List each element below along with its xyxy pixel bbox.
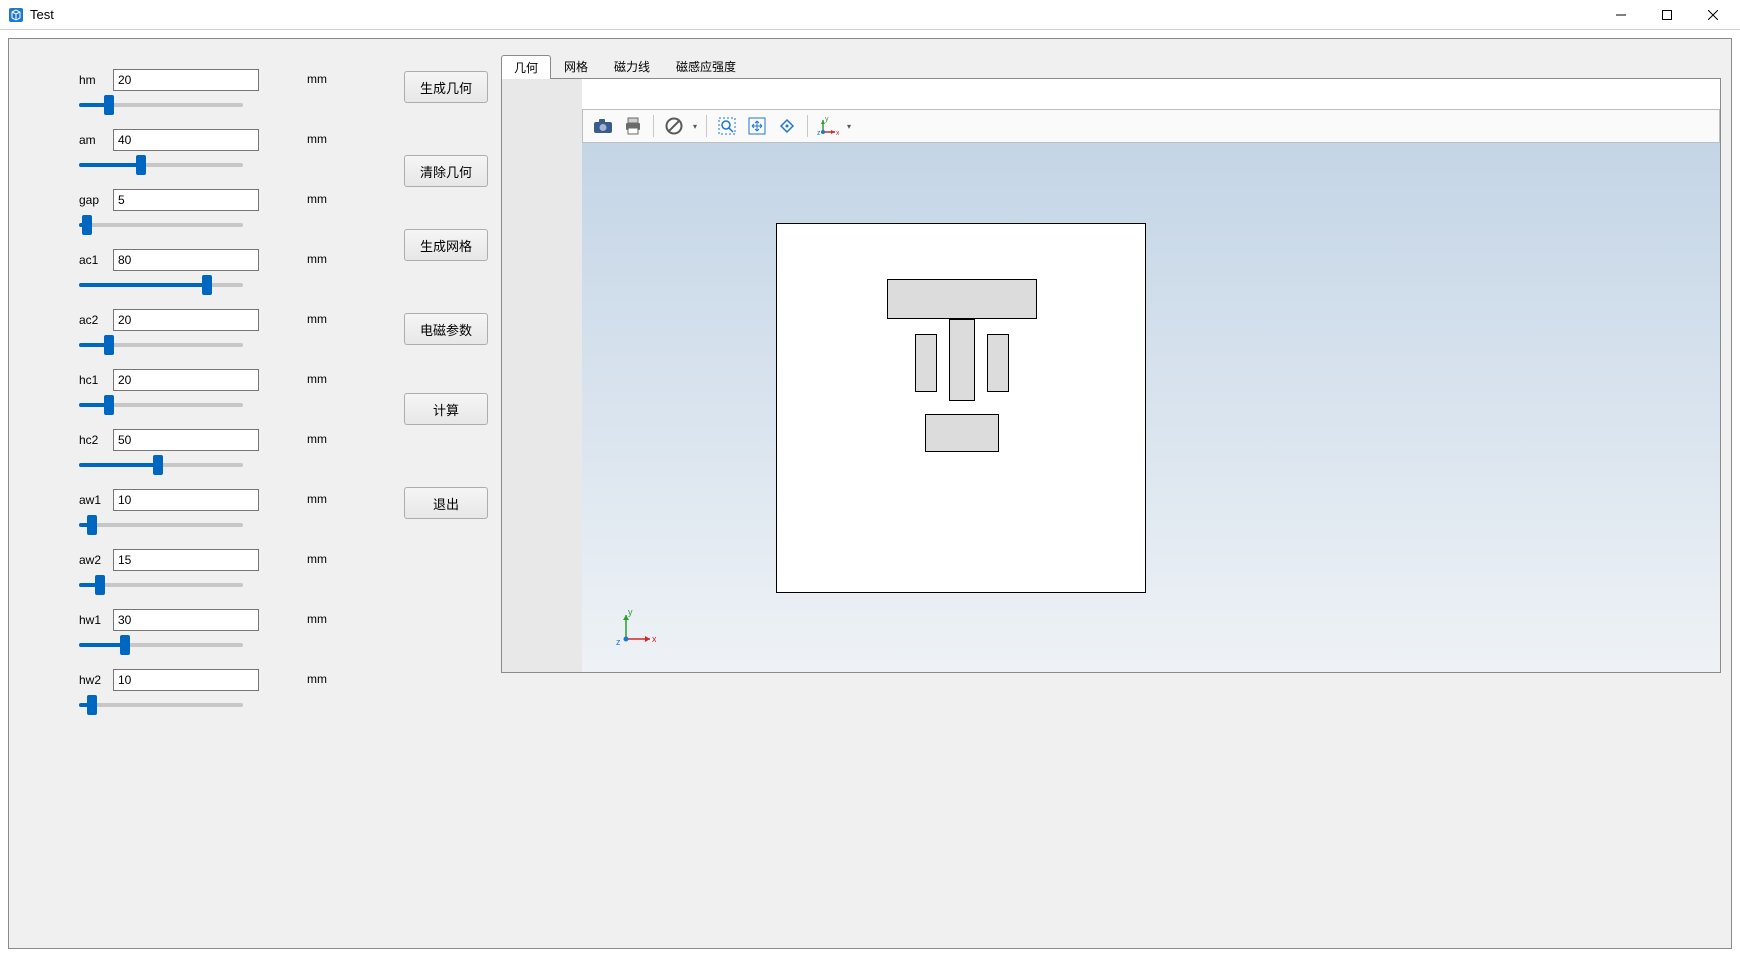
param-hc2-slider[interactable] [79,463,243,467]
toolbar-separator [706,115,707,137]
tab-0[interactable]: 几何 [501,55,551,79]
tab-3[interactable]: 磁感应强度 [663,54,749,78]
geom-left-block [915,334,937,392]
tab-2[interactable]: 磁力线 [601,54,663,78]
param-gap-label: gap [79,193,113,207]
canvas-area[interactable]: x y z [582,143,1720,672]
svg-text:z: z [817,130,821,136]
geom-top-bar [887,279,1037,319]
param-ac2-input[interactable] [113,309,259,331]
parameters-panel: hm mm am mm gap mm ac1 mm ac2 mm hc1 mm hc2 mm aw1 mm aw… [79,69,359,729]
geom-stem [949,319,975,401]
param-hw1-input[interactable] [113,609,259,631]
em-params-button[interactable]: 电磁参数 [404,313,488,345]
param-hc1-label: hc1 [79,373,113,387]
zoom-box-icon[interactable] [713,113,741,139]
param-hc1-input[interactable] [113,369,259,391]
gen-mesh-button[interactable]: 生成网格 [404,229,488,261]
param-hc1-unit: mm [307,372,327,386]
param-gap-unit: mm [307,192,327,206]
tab-1[interactable]: 网格 [551,54,601,78]
param-am-unit: mm [307,132,327,146]
window-minimize-button[interactable] [1598,0,1644,30]
param-gap-input[interactable] [113,189,259,211]
param-hc1-slider[interactable] [79,403,243,407]
view-body: ▾ x y z ▾ x [501,79,1721,673]
print-icon[interactable] [619,113,647,139]
param-ac1-slider[interactable] [79,283,243,287]
param-ac1-label: ac1 [79,253,113,267]
param-am-slider[interactable] [79,163,243,167]
window-title: Test [30,7,54,22]
forbid-icon[interactable] [660,113,688,139]
param-hw2-slider[interactable] [79,703,243,707]
param-hw2-unit: mm [307,672,327,686]
param-aw1-label: aw1 [79,493,113,507]
param-ac1-unit: mm [307,252,327,266]
dropdown-arrow-icon[interactable]: ▾ [690,122,700,131]
rotate-icon[interactable] [773,113,801,139]
axis-triad-icon[interactable]: x y z [814,113,842,139]
axis-y-label: y [628,609,633,617]
exit-button[interactable]: 退出 [404,487,488,519]
view-panel: 几何网格磁力线磁感应强度 ▾ x y z ▾ [501,55,1721,673]
geometry-stage [776,223,1146,593]
dropdown-arrow-icon[interactable]: ▾ [844,122,854,131]
app-icon [8,7,24,23]
param-hm-slider[interactable] [79,103,243,107]
gen-geom-button[interactable]: 生成几何 [404,71,488,103]
param-am-label: am [79,133,113,147]
param-hm-input[interactable] [113,69,259,91]
param-hw2-label: hw2 [79,673,113,687]
geom-bottom-block [925,414,999,452]
param-ac2-unit: mm [307,312,327,326]
svg-text:x: x [836,130,839,136]
axis-x-label: x [652,634,656,644]
camera-icon[interactable] [589,113,617,139]
param-hw2-input[interactable] [113,669,259,691]
tabs-row: 几何网格磁力线磁感应强度 [501,55,1721,79]
clear-geom-button[interactable]: 清除几何 [404,155,488,187]
param-hc2-label: hc2 [79,433,113,447]
svg-text:y: y [825,116,829,123]
toolbar-separator [653,115,654,137]
param-aw1-unit: mm [307,492,327,506]
geom-right-block [987,334,1009,392]
compute-button[interactable]: 计算 [404,393,488,425]
param-hw1-slider[interactable] [79,643,243,647]
param-hm-unit: mm [307,72,327,86]
window-titlebar: Test [0,0,1740,30]
param-hw1-label: hw1 [79,613,113,627]
action-buttons-column: 生成几何清除几何生成网格电磁参数计算退出 [404,71,488,519]
window-close-button[interactable] [1690,0,1736,30]
param-aw1-input[interactable] [113,489,259,511]
param-aw2-unit: mm [307,552,327,566]
param-am-input[interactable] [113,129,259,151]
canvas-toolbar: ▾ x y z ▾ [582,109,1720,143]
window-maximize-button[interactable] [1644,0,1690,30]
param-gap-slider[interactable] [79,223,243,227]
param-ac2-slider[interactable] [79,343,243,347]
param-aw2-label: aw2 [79,553,113,567]
param-ac1-input[interactable] [113,249,259,271]
view-left-margin [502,79,582,672]
param-aw2-slider[interactable] [79,583,243,587]
param-hc2-unit: mm [307,432,327,446]
axis-z-label: z [616,637,621,647]
param-aw2-input[interactable] [113,549,259,571]
toolbar-separator [807,115,808,137]
param-aw1-slider[interactable] [79,523,243,527]
param-hm-label: hm [79,73,113,87]
zoom-fit-icon[interactable] [743,113,771,139]
param-ac2-label: ac2 [79,313,113,327]
axis-triad: x y z [616,609,656,654]
param-hw1-unit: mm [307,612,327,626]
param-hc2-input[interactable] [113,429,259,451]
